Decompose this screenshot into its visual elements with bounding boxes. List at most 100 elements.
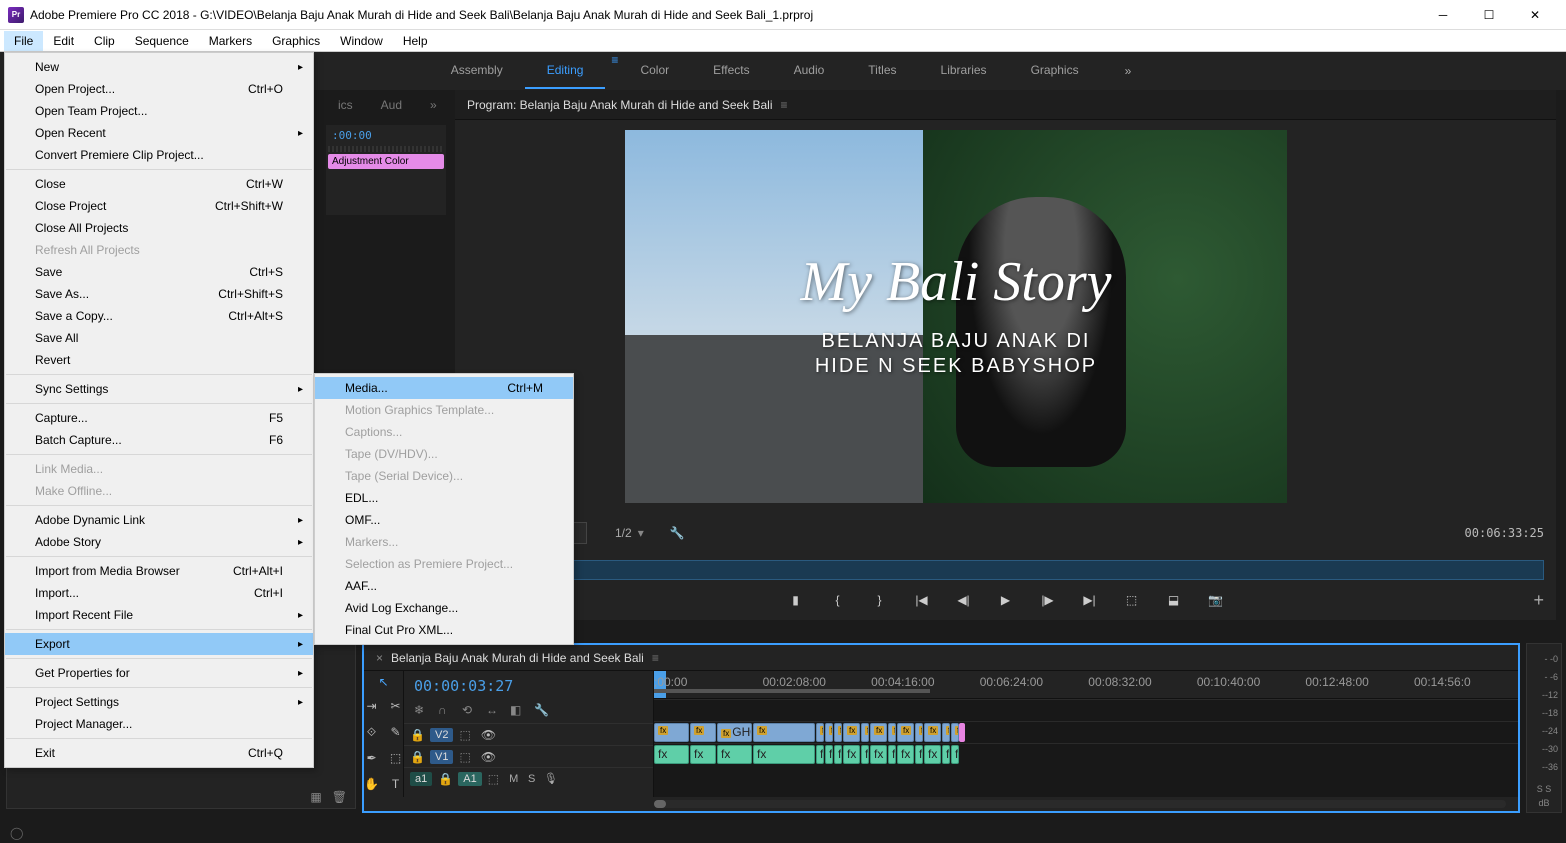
track-header-a1[interactable]: a1 🔒 A1 ⬚ M S 🎙 [404,767,653,789]
menu-item-close[interactable]: CloseCtrl+W [5,173,313,195]
track-header-v2[interactable]: 🔒 V2 ⬚ 👁 [404,723,653,745]
step-forward-icon[interactable]: |▶ [1039,591,1057,609]
tab-overflow-icon[interactable]: » [422,94,445,116]
menu-item-import[interactable]: Import...Ctrl+I [5,582,313,604]
hand-tool-icon[interactable]: ✋ [363,775,381,793]
menu-item-save-a-copy[interactable]: Save a Copy...Ctrl+Alt+S [5,305,313,327]
track-header-v1[interactable]: 🔒 V1 ⬚ 👁 [404,745,653,767]
menu-edit[interactable]: Edit [43,31,84,51]
video-clip[interactable]: fx [897,723,914,742]
video-clip[interactable]: fx [816,723,824,742]
video-clip[interactable]: fx [942,723,950,742]
go-to-in-icon[interactable]: |◀ [913,591,931,609]
slip-tool-icon[interactable]: ✎ [387,723,405,741]
audio-clip[interactable]: fx [654,745,689,764]
track-source-a1[interactable]: a1 [410,772,432,786]
track-a1[interactable]: fxfxfxfxfxfxfxfxfxfxfxfxfxfxfxfx [654,743,1518,765]
magnet-icon[interactable]: ∩ [438,703,452,717]
timeline-ruler[interactable]: ;00:0000:02:08:0000:04:16:0000:06:24:000… [654,671,1518,699]
audio-clip[interactable]: fx [915,745,923,764]
horizontal-scrollbar[interactable] [654,800,1506,808]
settings-wrench-icon[interactable]: 🔧 [670,526,685,540]
menu-item-export[interactable]: Export▸ [5,633,313,655]
menu-item-project-settings[interactable]: Project Settings▸ [5,691,313,713]
track-toggle-icon[interactable]: ⬚ [459,750,473,764]
timeline-menu-icon[interactable]: ≡ [652,651,659,665]
video-clip[interactable]: fxGH01 [717,723,752,742]
timeline-timecode[interactable]: 00:00:03:27 [404,671,653,701]
program-preview[interactable]: My Bali Story BELANJA BAJU ANAK DI HIDE … [625,130,1287,503]
chevron-down-icon[interactable]: ▾ [638,526,644,540]
audio-clip[interactable]: fx [834,745,842,764]
menu-item-omf[interactable]: OMF... [315,509,573,531]
lock-icon[interactable]: 🔒 [410,728,424,742]
step-back-icon[interactable]: ◀| [955,591,973,609]
audio-clip[interactable]: fx [942,745,950,764]
workspace-tab-titles[interactable]: Titles [846,53,918,89]
video-clip[interactable]: fx [861,723,869,742]
tool5-icon[interactable]: ◧ [510,703,524,717]
lock-icon[interactable]: 🔒 [438,772,452,786]
program-timebar[interactable] [467,560,1544,580]
audio-clip[interactable]: fx [825,745,833,764]
adjustment-clip[interactable]: Adjustment Color [328,154,444,169]
rectangle-tool-icon[interactable]: ⬚ [387,749,405,767]
video-clip[interactable]: fx [915,723,923,742]
marker-span-icon[interactable]: ↔ [486,703,500,717]
menu-item-final-cut-pro-xml[interactable]: Final Cut Pro XML... [315,619,573,641]
menu-item-adobe-dynamic-link[interactable]: Adobe Dynamic Link▸ [5,509,313,531]
menu-item-project-manager[interactable]: Project Manager... [5,713,313,735]
selection-tool-icon[interactable]: ↖ [375,675,393,689]
menu-item-open-project[interactable]: Open Project...Ctrl+O [5,78,313,100]
menu-markers[interactable]: Markers [199,31,262,51]
audio-clip[interactable]: fx [717,745,752,764]
mark-in-icon[interactable]: { [829,591,847,609]
workspace-tab-assembly[interactable]: Assembly [429,53,525,89]
menu-item-save-all[interactable]: Save All [5,327,313,349]
video-clip[interactable]: fx [951,723,959,742]
workspace-tab-color[interactable]: Color [618,53,691,89]
close-button[interactable]: ✕ [1512,0,1558,30]
work-area-bar[interactable] [654,689,930,693]
video-clip[interactable]: fx [654,723,689,742]
go-to-out-icon[interactable]: ▶| [1081,591,1099,609]
video-clip[interactable]: fx [834,723,842,742]
video-clip[interactable]: fx [825,723,833,742]
menu-clip[interactable]: Clip [84,31,125,51]
mark-out-icon[interactable]: } [871,591,889,609]
audio-clip[interactable]: fx [924,745,941,764]
audio-clip[interactable]: fx [861,745,869,764]
record-mic-icon[interactable]: 🎙 [544,772,556,785]
panel-menu-icon[interactable]: ≡ [781,98,788,112]
menu-item-convert-premiere-clip-project[interactable]: Convert Premiere Clip Project... [5,144,313,166]
menu-item-open-recent[interactable]: Open Recent▸ [5,122,313,144]
mute-m[interactable]: M [508,773,520,785]
workspace-tab-effects[interactable]: Effects [691,53,771,89]
solo-buttons[interactable]: S S [1527,784,1561,794]
snap-icon[interactable]: ❄ [414,703,428,717]
menu-item-save-as[interactable]: Save As...Ctrl+Shift+S [5,283,313,305]
video-clip[interactable]: fx [888,723,896,742]
timeline-tracks[interactable]: ;00:0000:02:08:0000:04:16:0000:06:24:000… [654,671,1518,797]
audio-clip[interactable]: fx [951,745,959,764]
eye-icon[interactable]: 👁 [479,750,497,764]
workspace-tab-graphics[interactable]: Graphics [1009,53,1101,89]
menu-window[interactable]: Window [330,31,393,51]
track-v1[interactable]: fxfxfxGH01fxfxfxfxfxfxfxfxfxfxfxfxfx [654,721,1518,743]
menu-item-exit[interactable]: ExitCtrl+Q [5,742,313,764]
menu-item-close-project[interactable]: Close ProjectCtrl+Shift+W [5,195,313,217]
menu-item-capture[interactable]: Capture...F5 [5,407,313,429]
audio-clip[interactable]: fx [897,745,914,764]
linked-selection-icon[interactable]: ⟲ [462,703,476,717]
video-clip[interactable]: fx [870,723,887,742]
lock-icon[interactable]: 🔒 [410,750,424,764]
tab-fragment-2[interactable]: Aud [373,94,410,116]
audio-clip[interactable]: fx [888,745,896,764]
track-name-v2[interactable]: V2 [430,728,453,742]
menu-item-sync-settings[interactable]: Sync Settings▸ [5,378,313,400]
track-name-a1[interactable]: A1 [458,772,481,786]
program-scale[interactable]: 1/2 [615,526,632,540]
menu-item-edl[interactable]: EDL... [315,487,573,509]
workspace-tab-editing[interactable]: Editing [525,53,606,89]
track-toggle-icon[interactable]: ⬚ [488,772,502,786]
